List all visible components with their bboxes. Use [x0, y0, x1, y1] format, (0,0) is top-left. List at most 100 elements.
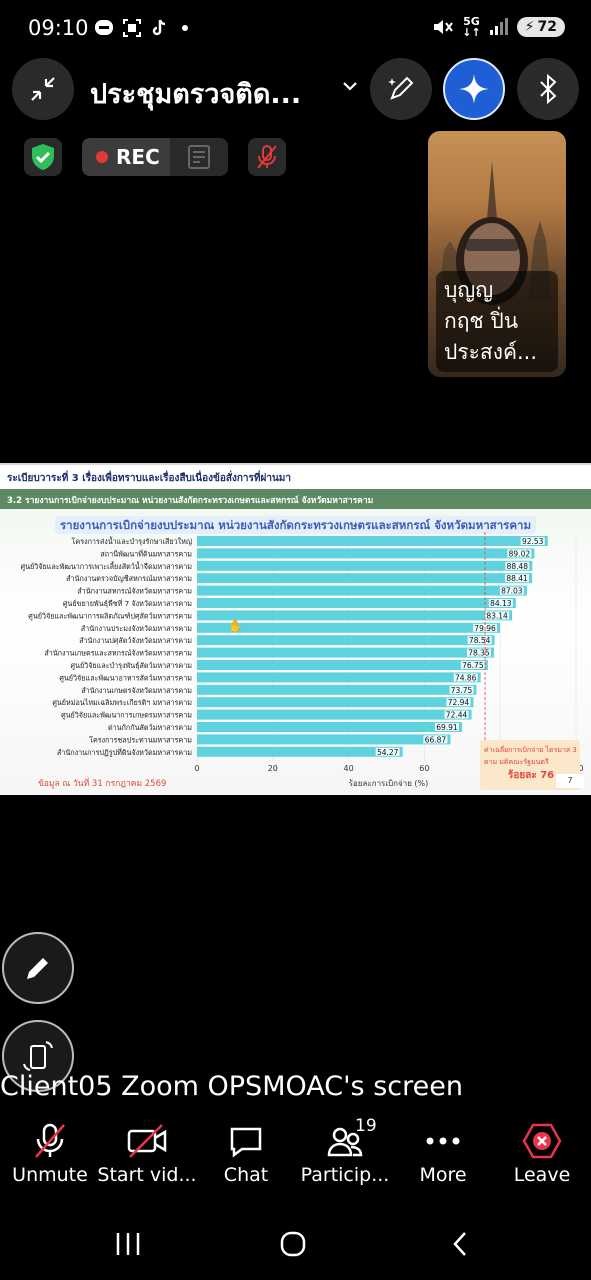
back-icon[interactable] [450, 1230, 470, 1258]
participant-video-tile[interactable]: บุญญ กฤช ปิ่น ประสงค์... [428, 131, 566, 377]
value-label: 74.86 [455, 673, 477, 682]
category-label: สำนักงานเกษตรและสหกรณ์จังหวัดมหาสารคาม [44, 649, 192, 658]
bar [197, 536, 548, 546]
bar [197, 647, 494, 658]
participants-count: 19 [355, 1116, 377, 1136]
chat-icon [230, 1127, 262, 1158]
annotate-fab[interactable] [2, 932, 74, 1004]
more-button[interactable]: More [393, 1118, 493, 1186]
leave-icon [522, 1123, 562, 1159]
record-dot-icon [96, 151, 108, 163]
bar [197, 746, 403, 757]
x-tick-label: 40 [344, 764, 354, 773]
charging-icon: ⚡ [524, 19, 535, 35]
bar [197, 672, 481, 683]
annotate-button[interactable] [370, 58, 432, 120]
mic-muted-icon [35, 1123, 65, 1158]
value-label: 78.35 [468, 649, 490, 658]
transcript-icon [187, 145, 210, 169]
bluetooth-button[interactable] [517, 58, 579, 120]
x-tick-label: 20 [268, 764, 278, 773]
value-label: 84.13 [490, 599, 512, 608]
ai-companion-button[interactable] [443, 58, 505, 120]
category-label: ศูนย์วิจัยและพัฒนาอาหารสัตว์มหาสารคาม [59, 673, 192, 682]
recent-apps-icon[interactable] [114, 1231, 142, 1257]
data-date-note: ข้อมูล ณ วันที่ 31 กรกฎาคม 2569 [38, 779, 167, 789]
bar [197, 697, 474, 708]
minimize-button[interactable] [12, 58, 74, 120]
home-icon[interactable] [279, 1230, 307, 1258]
value-label: 88.41 [506, 574, 528, 583]
clock: 09:10 [28, 16, 89, 40]
category-label: ศูนย์วิจัยและบำรุงพันธุ์สัตว์มหาสารคาม [70, 661, 192, 670]
bar [197, 635, 495, 646]
pencil-icon [27, 958, 48, 979]
participants-button[interactable]: 19 Particip... [295, 1116, 395, 1186]
network-type: 5G ↓↑ [462, 15, 481, 39]
meeting-title[interactable]: ประชุมตรวจติด... [90, 72, 301, 115]
value-label: 72.94 [448, 698, 470, 707]
bar [197, 585, 527, 596]
category-label: ด่านกักกันสัตว์มหาสารคาม [108, 723, 192, 732]
bar [197, 684, 477, 695]
mic-muted-icon [256, 145, 277, 169]
bar [197, 722, 462, 732]
minimize-icon [31, 77, 55, 101]
x-axis-label: ร้อยละการเบิกจ่าย (%) [349, 779, 429, 788]
value-label: 83.14 [486, 611, 508, 620]
chevron-down-icon[interactable] [342, 80, 358, 92]
more-dots-icon [426, 1137, 460, 1145]
category-label: โครงการส่งน้ำและบำรุงรักษาเสียวใหญ่ [72, 536, 192, 546]
category-label: ศูนย์หม่อนไหมเฉลิมพระเกียรติฯ มหาสารคาม [52, 698, 192, 707]
bar [197, 573, 533, 584]
chat-button[interactable]: Chat [196, 1118, 296, 1186]
x-tick-label: 0 [194, 764, 199, 773]
meeting-header: ประชุมตรวจติด... [0, 58, 591, 124]
value-label: 69.91 [436, 723, 458, 732]
category-label: สำนักงานสหกรณ์จังหวัดมหาสารคาม [77, 587, 192, 596]
value-label: 72.44 [446, 711, 468, 720]
status-bar: 09:10 5G ↓↑ ⚡ 72 [0, 0, 591, 58]
screen-share-label: Client05 Zoom OPSMOAC's screen [0, 1071, 463, 1102]
rotate-icon [23, 1041, 53, 1071]
shared-screen[interactable]: ระเบียบวาระที่ 3 เรื่องเพื่อทราบและเรื่อ… [0, 463, 591, 795]
line-icon [95, 20, 113, 35]
bar [197, 548, 535, 559]
value-label: 87.03 [501, 587, 523, 596]
category-label: ศูนย์ขยายพันธุ์พืชที่ 7 จังหวัดมหาสารคาม [63, 599, 192, 608]
bar [197, 734, 451, 745]
bar [197, 560, 533, 571]
signal-icon [489, 18, 508, 35]
category-label: สำนักงานปศุสัตว์จังหวัดมหาสารคาม [79, 636, 192, 645]
audio-muted-indicator[interactable] [247, 138, 286, 176]
value-label: 66.87 [425, 735, 447, 744]
category-label: สำนักงานเกษตรจังหวัดมหาสารคาม [81, 686, 192, 695]
bluetooth-icon [540, 74, 557, 104]
x-tick-label: 60 [419, 764, 429, 773]
slide-header: ระเบียบวาระที่ 3 เรื่องเพื่อทราบและเรื่อ… [0, 463, 591, 489]
start-video-button[interactable]: Start vid... [97, 1118, 197, 1186]
bar [197, 709, 472, 720]
encryption-shield-button[interactable] [24, 138, 62, 176]
unmute-button[interactable]: Unmute [0, 1118, 100, 1186]
battery-indicator: ⚡ 72 [516, 17, 565, 37]
bar [197, 598, 516, 608]
recording-indicator[interactable]: REC [82, 138, 228, 176]
category-label: ศูนย์วิจัยและพัฒนาการเกษตรมหาสารคาม [61, 711, 192, 720]
value-label: 78.54 [469, 636, 491, 645]
transcript-button[interactable] [170, 138, 228, 176]
category-label: สำนักงานตรวจบัญชีสหกรณ์มหาสารคาม [66, 574, 192, 583]
value-label: 73.75 [451, 686, 473, 695]
category-label: ศูนย์วิจัยและพัฒนาการเพาะเลี้ยงสัตว์น้ำจ… [21, 561, 193, 571]
leave-button[interactable]: Leave [492, 1118, 591, 1186]
tiktok-icon [152, 19, 166, 36]
video-off-icon [127, 1124, 167, 1158]
bar [197, 660, 488, 670]
category-label: สำนักงานการปฏิรูปที่ดินจังหวัดมหาสารคาม [57, 748, 192, 757]
value-label: 88.48 [507, 562, 529, 571]
mute-icon [434, 20, 454, 34]
magic-pen-icon [388, 76, 414, 100]
sparkle-icon [459, 74, 489, 104]
meeting-toolbar: Unmute Start vid... Chat 19 Particip... … [0, 1116, 591, 1198]
category-label: โครงการชลประทานมหาสารคาม [89, 735, 192, 744]
